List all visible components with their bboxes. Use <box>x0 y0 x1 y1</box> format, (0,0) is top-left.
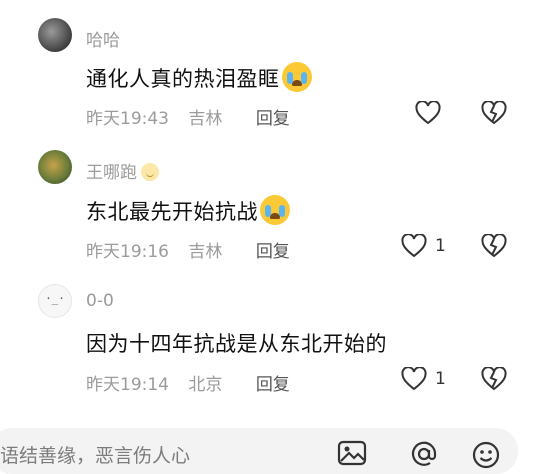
comment-text: 因为十四年抗战是从东北开始的 <box>86 332 387 356</box>
comment-meta: 昨天19:14 北京 回复 <box>86 370 290 395</box>
comment-time: 19:16 <box>120 242 169 262</box>
comment-username[interactable]: 0-0 <box>86 291 114 311</box>
smile-emoji-icon <box>141 163 159 181</box>
avatar[interactable]: ·_· <box>38 284 72 318</box>
comment-text: 通化人真的热泪盈眶 <box>86 62 312 93</box>
comment-time: 19:43 <box>120 109 169 129</box>
comment-meta: 昨天19:43 吉林 回复 <box>86 104 290 129</box>
heart-icon <box>401 234 427 258</box>
like-count: 1 <box>435 369 446 389</box>
comment-date: 昨天 <box>86 375 120 395</box>
broken-heart-icon <box>481 101 507 125</box>
like-button[interactable]: 1 <box>401 234 446 258</box>
avatar[interactable] <box>38 18 72 52</box>
comment-username[interactable]: 哈哈 <box>86 26 120 51</box>
comment-location: 北京 <box>188 375 223 395</box>
crying-emoji-icon <box>281 62 312 92</box>
comment-text-content: 东北最先开始抗战 <box>86 200 258 224</box>
comment-date: 昨天 <box>86 109 120 129</box>
heart-icon <box>415 101 441 125</box>
image-button[interactable] <box>337 440 367 466</box>
emoji-button[interactable] <box>471 440 501 470</box>
dislike-button[interactable] <box>481 367 507 391</box>
comment-text-content: 通化人真的热泪盈眶 <box>86 67 280 91</box>
reply-button[interactable]: 回复 <box>256 109 290 129</box>
comment-location: 吉林 <box>188 242 223 262</box>
broken-heart-icon <box>481 234 507 258</box>
avatar[interactable] <box>38 150 72 184</box>
comment-username[interactable]: 王哪跑 <box>86 158 159 183</box>
emoji-icon <box>472 441 500 469</box>
image-icon <box>337 440 367 466</box>
like-count: 1 <box>435 236 446 256</box>
comment-text: 东北最先开始抗战 <box>86 195 290 226</box>
comment-time: 19:14 <box>120 375 169 395</box>
reply-button[interactable]: 回复 <box>256 242 290 262</box>
dislike-button[interactable] <box>481 101 507 125</box>
face-icon: ·_· <box>45 292 65 305</box>
dislike-button[interactable] <box>481 234 507 258</box>
crying-emoji-icon <box>260 195 290 225</box>
broken-heart-icon <box>481 367 507 391</box>
like-button[interactable]: 1 <box>401 367 446 391</box>
heart-icon <box>401 367 427 391</box>
like-button[interactable] <box>415 101 441 125</box>
comment-username-text: 王哪跑 <box>86 163 137 183</box>
comment-meta: 昨天19:16 吉林 回复 <box>86 237 290 262</box>
comment-location: 吉林 <box>188 109 223 129</box>
comment-date: 昨天 <box>86 242 120 262</box>
reply-button[interactable]: 回复 <box>256 375 290 395</box>
